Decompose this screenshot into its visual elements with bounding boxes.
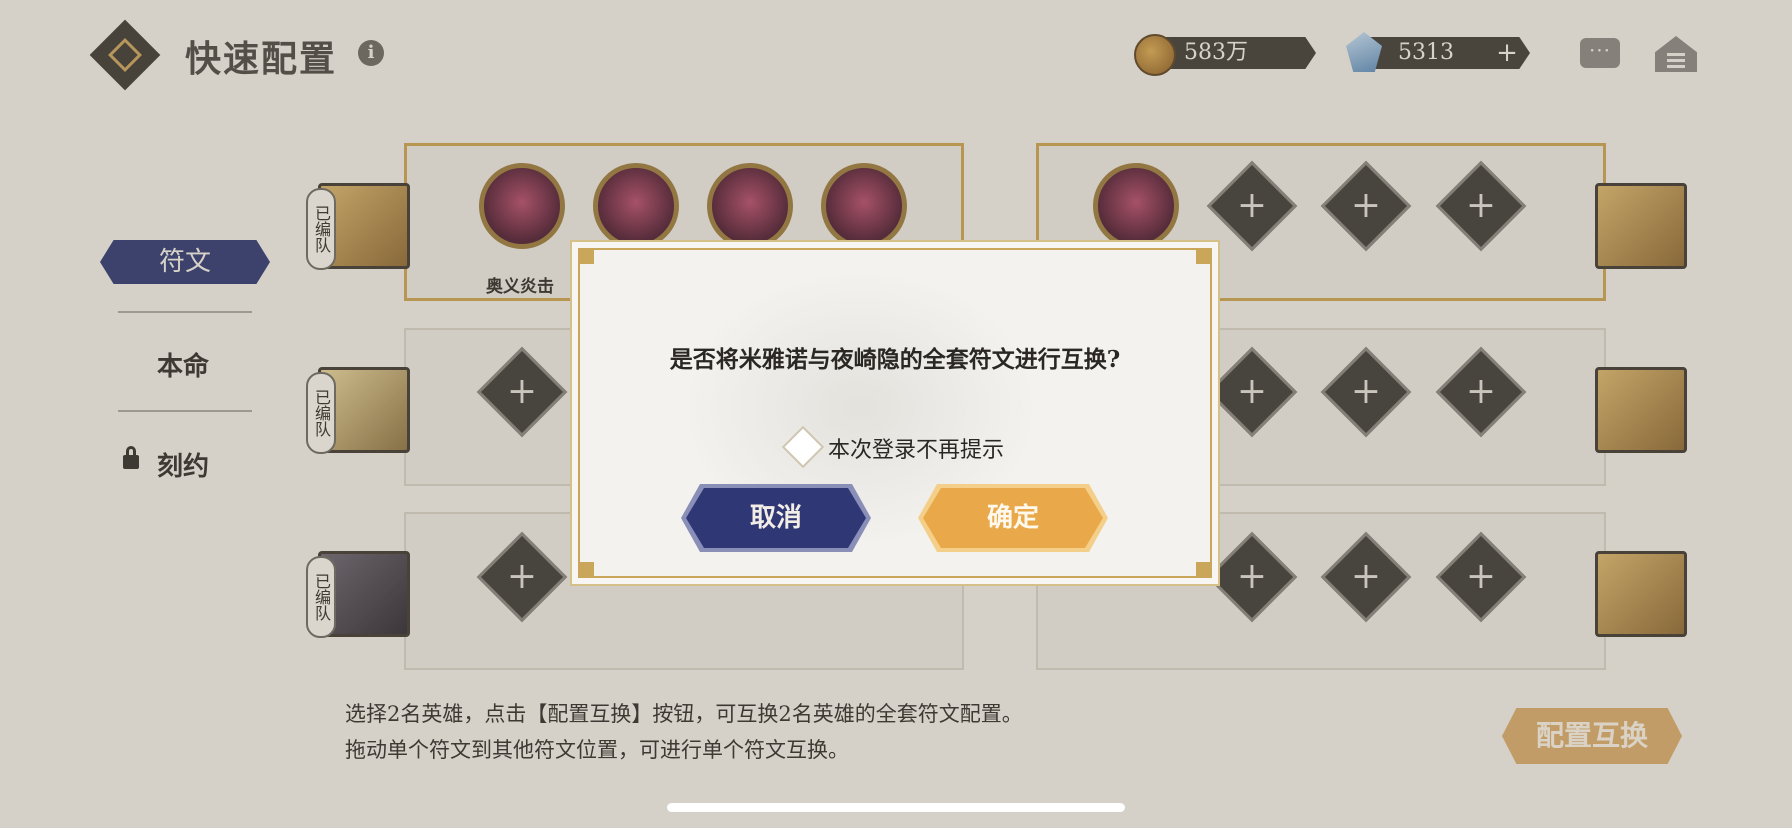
dialog-corner-ornament <box>580 250 594 264</box>
dialog-corner-ornament <box>1196 250 1210 264</box>
home-indicator-bar[interactable] <box>667 803 1125 812</box>
dialog-corner-ornament <box>580 562 594 576</box>
dialog-corner-ornament <box>1196 562 1210 576</box>
dialog-question: 是否将米雅诺与夜崎隐的全套符文进行互换? <box>669 346 1121 373</box>
cancel-button[interactable]: 取消 <box>686 488 866 548</box>
confirm-button[interactable]: 确定 <box>923 488 1103 548</box>
dont-remind-label[interactable]: 本次登录不再提示 <box>828 432 1004 464</box>
